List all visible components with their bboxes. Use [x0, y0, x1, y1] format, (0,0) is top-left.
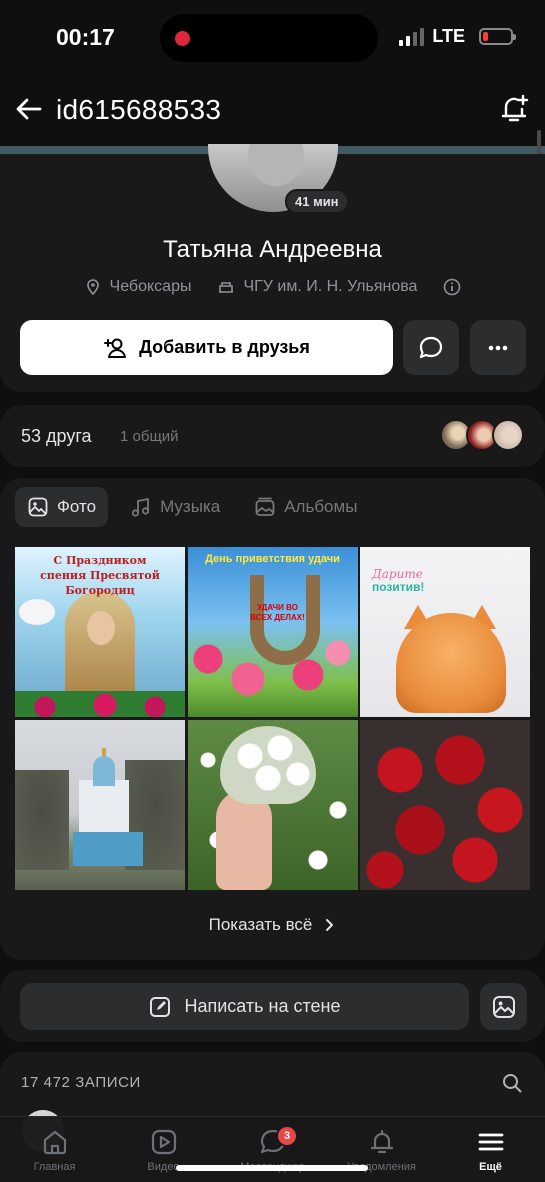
media-section: Фото Музыка Альбомы С Праздником спения П…	[0, 478, 545, 960]
user-name: Татьяна Андреевна	[163, 236, 382, 263]
photo-subcaption: УДАЧИ ВО ВСЕХ ДЕЛАХ!	[250, 603, 305, 622]
user-university: ЧГУ им. И. Н. Ульянова	[243, 278, 418, 295]
last-seen-badge: 41 мин	[285, 189, 349, 214]
search-icon[interactable]	[501, 1072, 523, 1094]
photo-thumbnail[interactable]: День приветствия удачи УДАЧИ ВО ВСЕХ ДЕЛ…	[187, 547, 358, 717]
friend-avatars	[440, 419, 524, 451]
bell-icon	[370, 1129, 393, 1154]
more-dots-icon	[488, 345, 508, 350]
music-note-icon	[131, 498, 150, 517]
info-icon[interactable]	[443, 278, 461, 296]
tab-video-label: Видео	[147, 1161, 180, 1173]
photo-caption: Дарите	[372, 567, 423, 581]
add-photo-post-button[interactable]	[480, 983, 527, 1030]
write-on-wall-label: Написать на стене	[184, 996, 341, 1016]
tab-video[interactable]: Видео	[109, 1117, 218, 1182]
location-pin-icon	[86, 279, 99, 296]
tab-notifications[interactable]: Уведомления	[327, 1117, 436, 1182]
photo-thumbnail[interactable]	[360, 719, 530, 890]
photo-icon	[28, 497, 48, 517]
more-button[interactable]	[470, 320, 526, 375]
video-icon	[151, 1129, 176, 1155]
daisies-graphic	[219, 725, 316, 804]
tab-photos[interactable]: Фото	[15, 487, 109, 527]
albums-icon	[255, 497, 275, 516]
photo-thumbnail[interactable]	[15, 719, 185, 890]
tab-music-label: Музыка	[160, 497, 221, 516]
cat-graphic	[396, 613, 506, 713]
status-bar: 00:17 LTE	[0, 0, 545, 76]
chevron-right-icon	[326, 919, 334, 931]
message-button[interactable]	[403, 320, 459, 375]
tab-more-label: Ещё	[479, 1161, 502, 1173]
tab-albums[interactable]: Альбомы	[242, 487, 369, 527]
subscribe-bell-icon[interactable]	[497, 92, 531, 126]
bottom-tab-bar: Главная Видео 3 Мессенджер Уведомления Е…	[0, 1116, 545, 1182]
back-arrow-icon[interactable]	[14, 94, 44, 124]
profile-card: 41 мин Татьяна Андреевна Чебоксары ЧГУ и…	[0, 144, 545, 392]
battery-icon	[479, 28, 516, 45]
network-type: LTE	[432, 26, 465, 46]
profile-header: id615688533	[0, 76, 545, 146]
tab-albums-label: Альбомы	[284, 497, 358, 516]
recording-indicator-icon	[175, 31, 190, 46]
home-icon	[43, 1130, 66, 1155]
friend-avatar	[492, 419, 524, 451]
dynamic-island	[160, 14, 378, 62]
add-friend-button[interactable]: Добавить в друзья	[20, 320, 393, 375]
message-bubble-icon	[419, 336, 443, 358]
wall-composer: Написать на стене	[0, 970, 545, 1042]
user-city: Чебоксары	[109, 278, 192, 295]
photo-grid: С Праздником спения Пресвятой Богородиц Д…	[15, 547, 530, 890]
page-title: id615688533	[56, 94, 222, 125]
tab-messenger[interactable]: 3 Мессенджер	[218, 1117, 327, 1182]
write-on-wall-button[interactable]: Написать на стене	[20, 983, 469, 1030]
education-icon	[219, 282, 234, 293]
friends-section[interactable]: 53 друга 1 общий	[0, 405, 545, 467]
media-tabs: Фото Музыка Альбомы	[15, 487, 369, 527]
common-friends: 1 общий	[120, 428, 179, 445]
user-meta: Чебоксары ЧГУ им. И. Н. Ульянова	[0, 278, 545, 296]
friends-count: 53 друга	[21, 426, 92, 446]
unread-badge: 3	[276, 1125, 298, 1147]
tab-music[interactable]: Музыка	[118, 487, 232, 527]
photo-thumbnail[interactable]: Дарите позитив!	[360, 547, 530, 717]
dove-graphic	[19, 599, 55, 625]
add-user-icon	[104, 338, 127, 358]
tab-home-label: Главная	[33, 1161, 76, 1173]
add-friend-label: Добавить в друзья	[139, 337, 310, 357]
menu-icon	[478, 1133, 503, 1151]
home-indicator[interactable]	[176, 1165, 368, 1171]
photo-thumbnail[interactable]	[187, 719, 358, 890]
photo-thumbnail[interactable]: С Праздником спения Пресвятой Богородиц	[15, 547, 185, 717]
tab-more[interactable]: Ещё	[436, 1117, 545, 1182]
status-time: 00:17	[56, 24, 115, 50]
photo-caption: С Праздником спения Пресвятой Богородиц	[40, 554, 160, 597]
status-indicators: LTE	[399, 26, 516, 47]
signal-icon	[399, 27, 425, 46]
image-icon	[492, 995, 515, 1018]
posts-count: 17 472 ЗАПИСИ	[21, 1074, 141, 1091]
tab-photos-label: Фото	[57, 497, 97, 516]
show-all-link[interactable]: Показать всё	[0, 915, 545, 935]
show-all-label: Показать всё	[208, 915, 313, 934]
photo-caption: День приветствия удачи	[205, 553, 340, 565]
edit-icon	[150, 996, 171, 1017]
tab-home[interactable]: Главная	[0, 1117, 109, 1182]
photo-caption: позитив!	[372, 580, 425, 594]
